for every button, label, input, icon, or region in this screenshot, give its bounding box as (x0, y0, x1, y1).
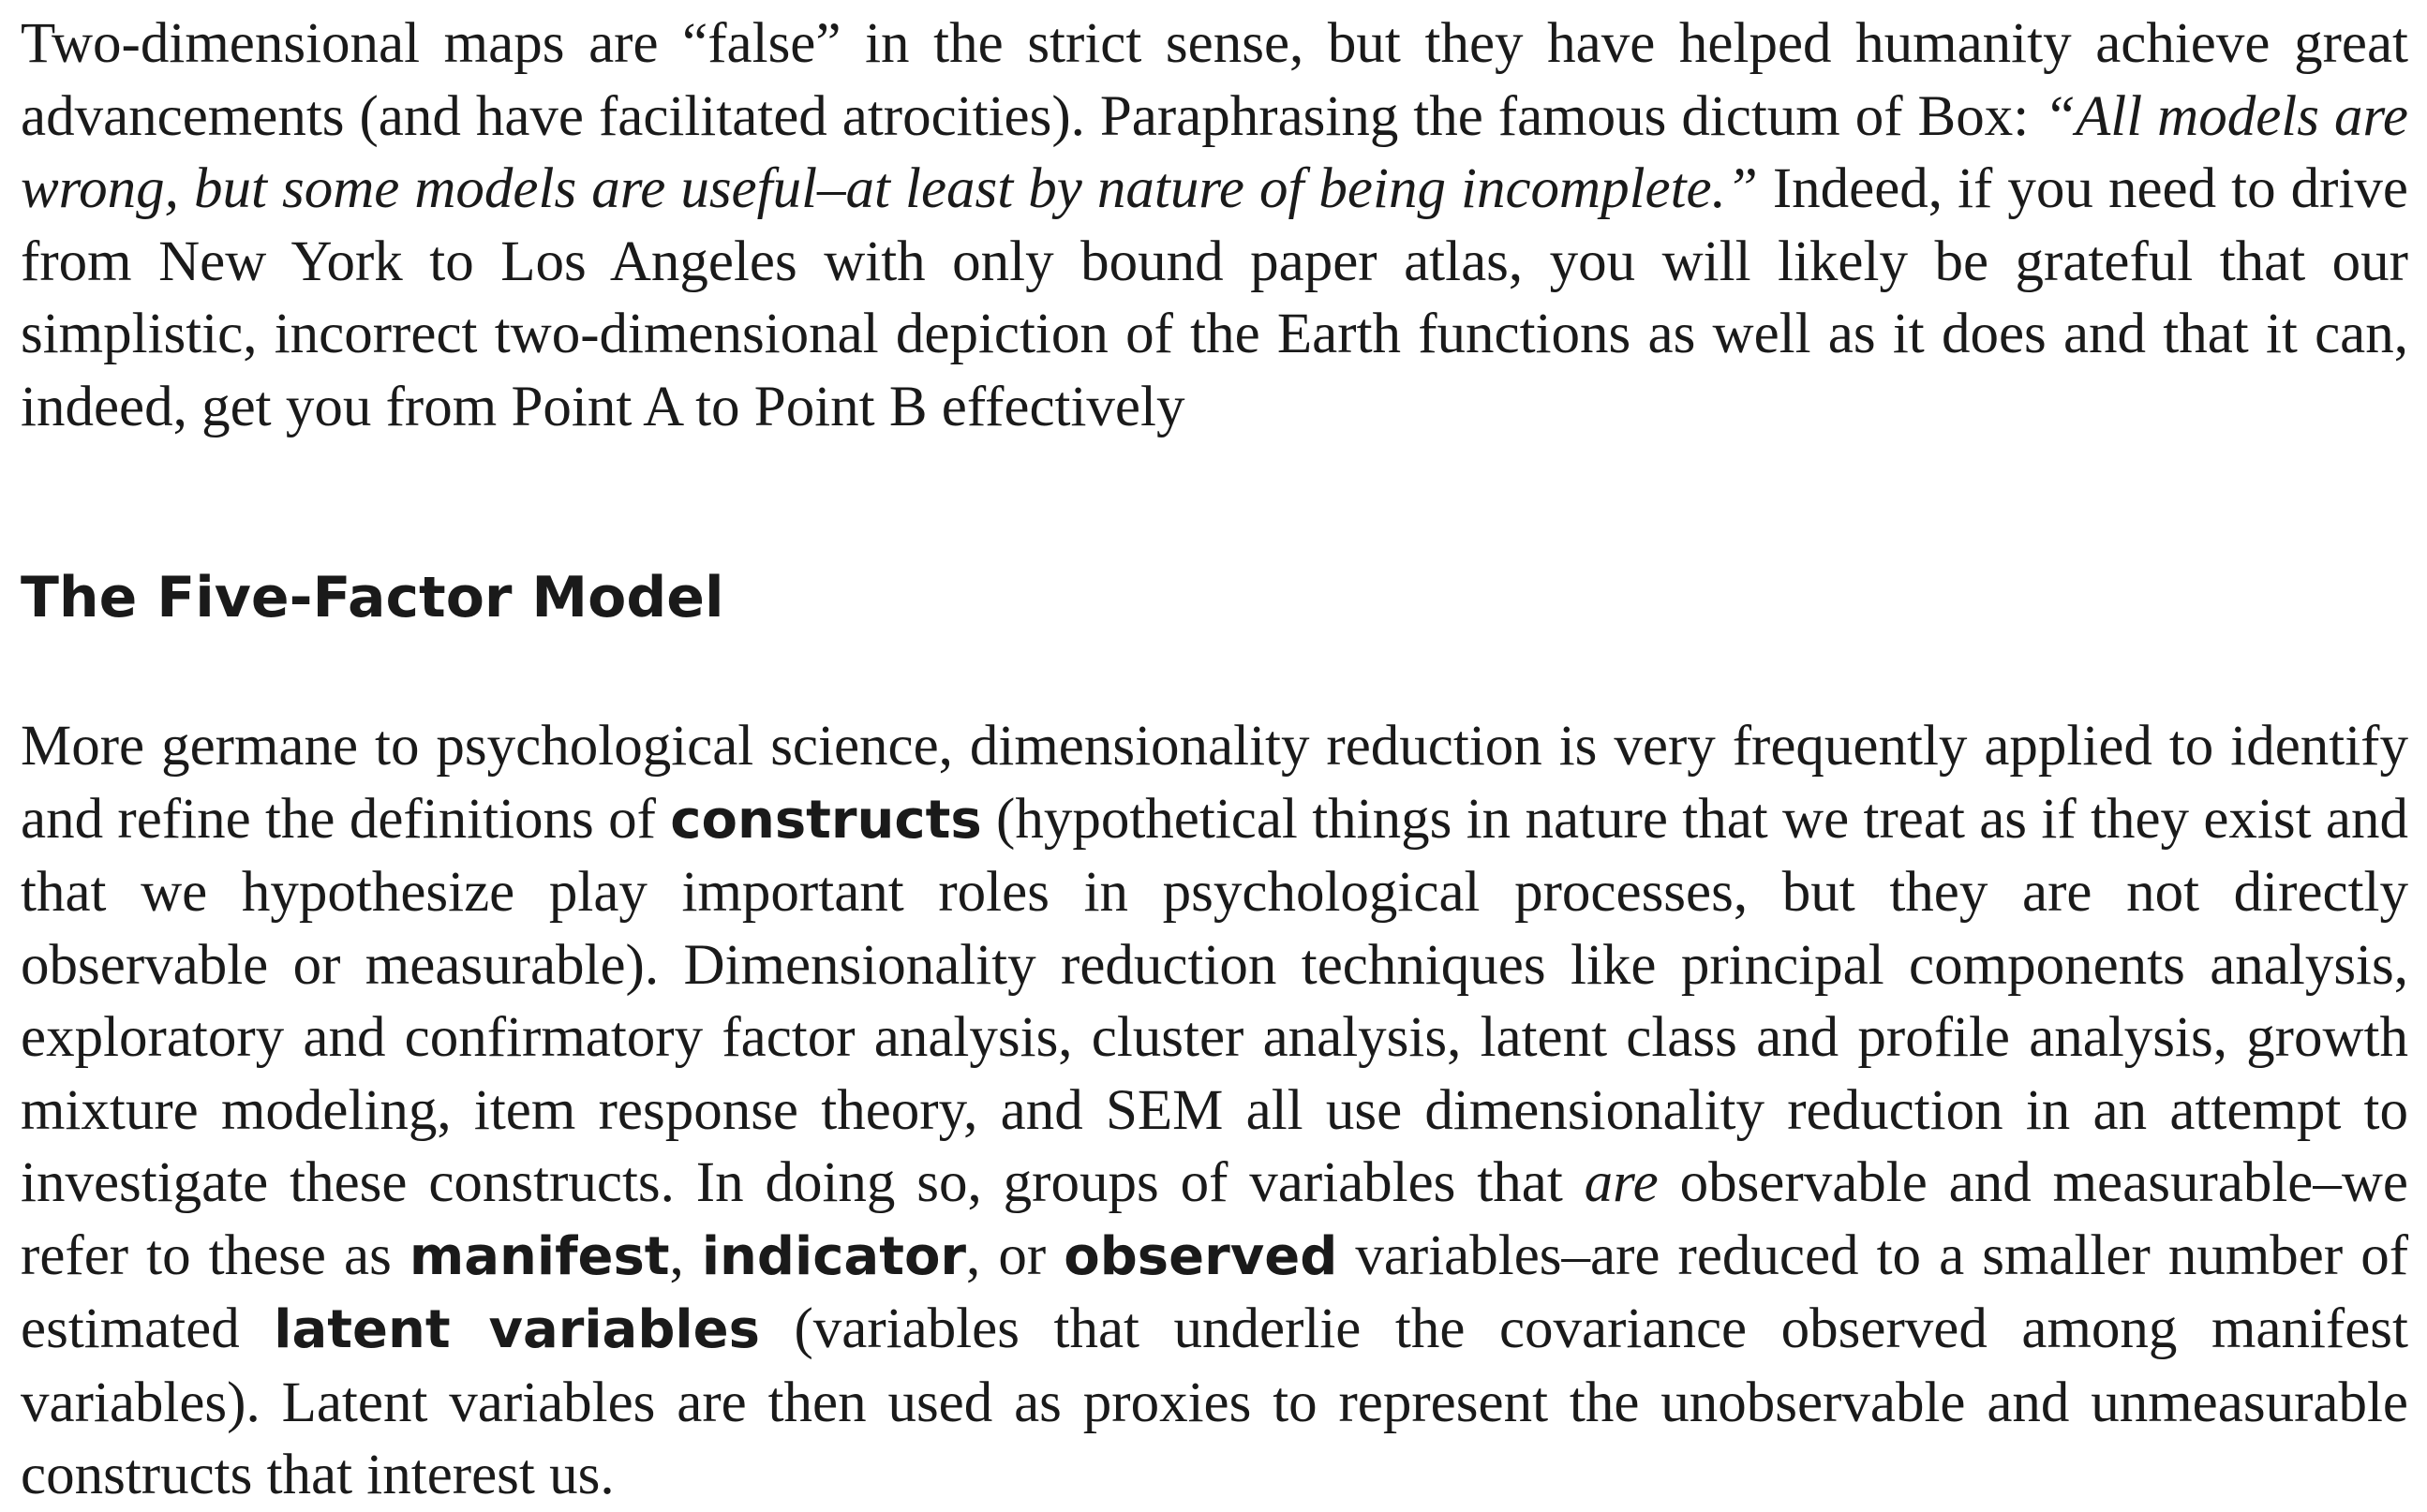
paragraph-dimensionality: More germane to psychological science, d… (21, 710, 2408, 1512)
section-heading: The Five-Factor Model (21, 565, 724, 630)
emphasis-are: are (1584, 1151, 1659, 1214)
term-manifest: manifest (409, 1225, 670, 1287)
term-latent-variables: latent variables (274, 1299, 760, 1360)
term-indicator: indicator (701, 1225, 967, 1287)
paragraph-text: , or (966, 1223, 1065, 1287)
term-constructs: constructs (670, 789, 982, 851)
paragraph-maps: Two-dimensional maps are “false” in the … (21, 7, 2408, 443)
term-observed: observed (1064, 1225, 1338, 1287)
paragraph-text: , (669, 1223, 702, 1287)
paragraph-text: (hypothetical things in nature that we t… (21, 787, 2408, 1215)
